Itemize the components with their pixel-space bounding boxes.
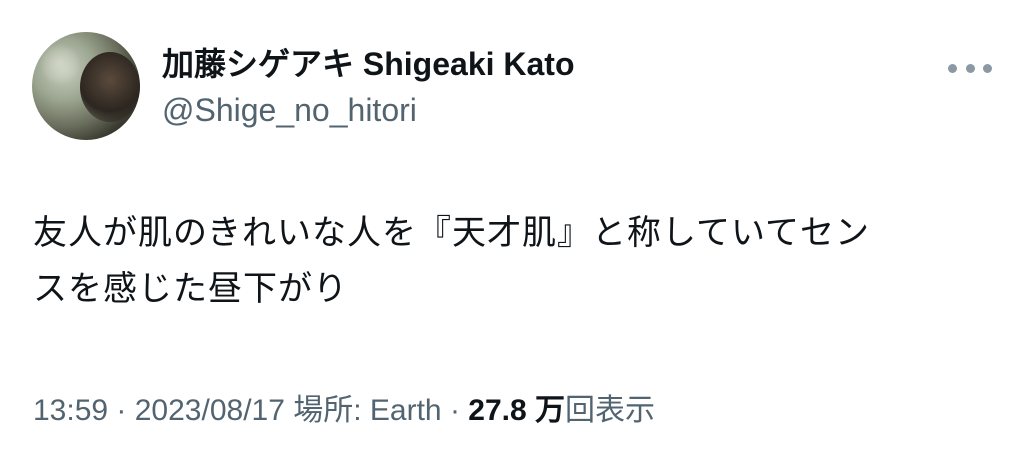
views-label: 回表示 xyxy=(565,394,656,427)
avatar[interactable] xyxy=(32,32,140,140)
tweet-meta: 13:59 · 2023/08/17 場所: Earth · 27.8 万回表示 xyxy=(33,390,655,432)
meta-separator: · xyxy=(108,394,135,427)
more-horizontal-icon xyxy=(948,63,957,73)
meta-separator: · xyxy=(441,394,469,427)
author-display-name[interactable]: 加藤シゲアキ Shigeaki Kato xyxy=(162,42,575,86)
more-horizontal-icon-dot xyxy=(983,63,992,73)
more-options-button[interactable] xyxy=(948,56,992,80)
more-horizontal-icon-dot xyxy=(965,63,975,73)
tweet-location: 場所: Earth xyxy=(284,394,442,427)
tweet-card: 加藤シゲアキ Shigeaki Kato @Shige_no_hitori 友人… xyxy=(0,0,1024,461)
avatar-figure xyxy=(80,52,140,122)
avatar-highlight xyxy=(40,42,80,86)
tweet-date[interactable]: 2023/08/17 xyxy=(135,394,285,427)
tweet-text: 友人が肌のきれいな人を『天才肌』と称していてセン スを感じた昼下がり xyxy=(33,205,993,317)
tweet-text-line: 友人が肌のきれいな人を『天才肌』と称していてセン xyxy=(33,213,870,253)
author-handle[interactable]: @Shige_no_hitori xyxy=(162,88,417,132)
tweet-text-line: スを感じた昼下がり xyxy=(33,269,348,309)
views-count[interactable]: 27.8 万 xyxy=(468,394,565,427)
tweet-time[interactable]: 13:59 xyxy=(33,394,108,427)
